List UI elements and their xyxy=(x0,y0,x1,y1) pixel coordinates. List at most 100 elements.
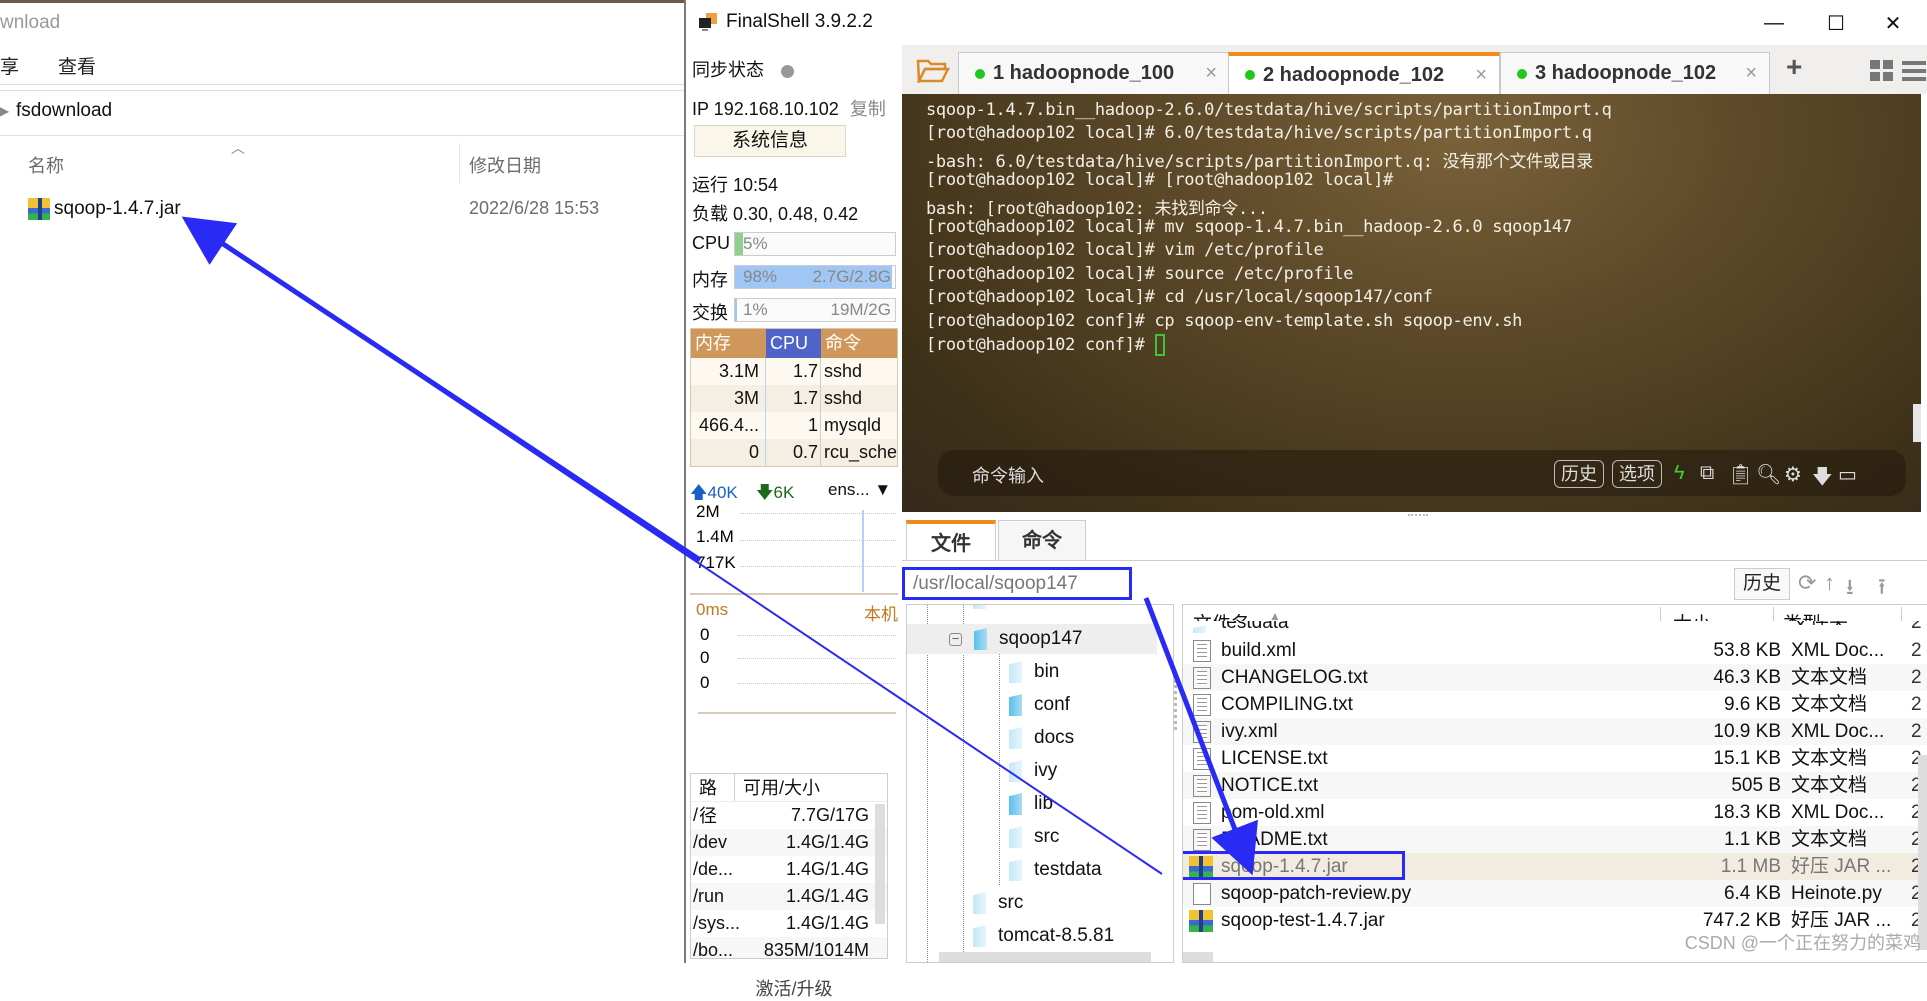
disk-row[interactable]: /sys... 1.4G/1.4G xyxy=(691,910,887,937)
net-interface-select[interactable]: ens... ▼ xyxy=(828,480,891,500)
options-button[interactable]: 选项 xyxy=(1612,460,1662,488)
menu-view[interactable]: 查看 xyxy=(58,52,96,79)
terminal-scrollbar[interactable] xyxy=(1913,404,1921,442)
net-download-value: 6K xyxy=(773,483,795,502)
disk-row[interactable]: /bo... 835M/1014M xyxy=(691,937,887,958)
splitter-handle[interactable] xyxy=(1408,514,1428,516)
disk-col-size[interactable]: 可用/大小 xyxy=(735,774,887,801)
process-row[interactable]: 0 0.7 rcu_sche xyxy=(691,439,897,466)
upload-icon[interactable]: ⭱ xyxy=(1878,570,1886,608)
tree-node[interactable]: docs xyxy=(1009,723,1074,753)
column-header-name[interactable]: 名称 xyxy=(28,152,64,178)
net-tick: 717K xyxy=(696,553,736,572)
minimize-button[interactable]: — xyxy=(1754,10,1794,36)
file-row[interactable]: sqoop-patch-review.py 6.4 KB Heinote.py 2 xyxy=(1183,880,1927,907)
tree-node[interactable]: share xyxy=(973,605,1046,613)
close-tab-icon[interactable]: × xyxy=(1745,62,1757,85)
panel-splitter[interactable] xyxy=(902,512,1927,520)
path-input[interactable]: /usr/local/sqoop147 xyxy=(902,567,1132,600)
download-icon[interactable]: ⭳ xyxy=(1846,570,1854,608)
terminal[interactable]: sqoop-1.4.7.bin__hadoop-2.6.0/testdata/h… xyxy=(902,94,1921,512)
tab-files[interactable]: 文件 xyxy=(906,520,996,560)
search-icon[interactable]: 🔍︎ xyxy=(1756,462,1781,487)
tree-node[interactable]: ivy xyxy=(1009,756,1057,786)
add-tab-button[interactable]: + xyxy=(1786,51,1802,83)
disk-scrollbar[interactable] xyxy=(875,804,885,924)
history-button[interactable]: 历史 xyxy=(1554,460,1604,488)
process-row[interactable]: 3.1M 1.7 sshd xyxy=(691,358,897,385)
proc-col-memory[interactable]: 内存 xyxy=(691,329,766,358)
document-icon xyxy=(1193,775,1211,797)
file-row[interactable]: README.txt 1.1 KB 文本文档 2 xyxy=(1183,826,1927,853)
file-item[interactable]: sqoop-1.4.7.jar xyxy=(28,196,181,222)
system-info-button[interactable]: 系统信息 xyxy=(694,125,846,157)
divider xyxy=(902,560,1927,561)
tree-node[interactable]: bin xyxy=(1009,657,1059,687)
tab-session-1[interactable]: 1 hadoopnode_100 × xyxy=(958,52,1230,94)
process-row[interactable]: 466.4... 1 mysqld xyxy=(691,412,897,439)
file-row[interactable]: sqoop-1.4.7.jar 1.1 MB 好压 JAR ... 2 xyxy=(1183,851,1927,880)
latency-tick: 0 xyxy=(700,625,710,644)
file-row[interactable]: NOTICE.txt 505 B 文本文档 2 xyxy=(1183,772,1927,799)
tree-node[interactable]: src xyxy=(1009,822,1059,852)
disk-row[interactable]: / 7.7G/17G xyxy=(691,802,887,829)
maximize-button[interactable]: ☐ xyxy=(1816,10,1856,36)
tree-node[interactable]: src xyxy=(973,888,1023,918)
file-row[interactable]: build.xml 53.8 KB XML Doc... 2 xyxy=(1183,637,1927,664)
tree-splitter[interactable] xyxy=(1174,680,1178,730)
tree-hscrollbar[interactable] xyxy=(939,952,1151,962)
disk-row[interactable]: /run 1.4G/1.4G xyxy=(691,883,887,910)
file-row[interactable]: ivy.xml 10.9 KB XML Doc... 2 xyxy=(1183,718,1927,745)
divider xyxy=(0,84,684,85)
lightning-icon[interactable]: ϟ xyxy=(1674,462,1685,485)
tab-commands[interactable]: 命令 xyxy=(998,520,1086,560)
activate-upgrade-link[interactable]: 激活/升级 xyxy=(686,975,902,1001)
close-tab-icon[interactable]: × xyxy=(1475,64,1487,87)
proc-col-command[interactable]: 命令 xyxy=(821,329,897,358)
file-list-scrollbar[interactable] xyxy=(1918,755,1927,950)
tree-node[interactable]: testdata xyxy=(1009,855,1102,885)
file-row[interactable]: CHANGELOG.txt 46.3 KB 文本文档 2 xyxy=(1183,664,1927,691)
close-tab-icon[interactable]: × xyxy=(1205,62,1217,85)
tree-node[interactable]: conf xyxy=(1009,690,1070,720)
path-history-button[interactable]: 历史 xyxy=(1734,568,1790,600)
tree-node[interactable]: − sqoop147 xyxy=(907,624,1157,654)
tab-session-3[interactable]: 3 hadoopnode_102 × xyxy=(1500,52,1770,94)
collapse-toggle-icon[interactable]: − xyxy=(949,632,962,646)
file-row[interactable]: LICENSE.txt 15.1 KB 文本文档 2 xyxy=(1183,745,1927,772)
file-row[interactable]: testdata 文件夹 2 xyxy=(1183,621,1927,633)
tree-node[interactable]: tomcat-8.5.81 xyxy=(973,921,1114,951)
menu-icon[interactable] xyxy=(1902,60,1926,82)
paste-icon[interactable]: 📋︎ xyxy=(1728,462,1753,487)
column-divider[interactable] xyxy=(459,143,460,183)
folder-icon xyxy=(973,892,986,914)
disk-row[interactable]: /dev 1.4G/1.4G xyxy=(691,829,887,856)
scroll-down-icon[interactable]: 🡇 xyxy=(1812,462,1833,496)
copy-ip-link[interactable]: 复制 xyxy=(850,99,886,119)
disk-row[interactable]: /de... 1.4G/1.4G xyxy=(691,856,887,883)
copy-icon[interactable]: ⧉ xyxy=(1700,462,1714,485)
parent-dir-icon[interactable]: ↑ xyxy=(1824,570,1835,596)
tree-node[interactable]: lib xyxy=(1009,789,1053,819)
file-row[interactable]: pom-old.xml 18.3 KB XML Doc... 2 xyxy=(1183,799,1927,826)
tab-label: 3 hadoopnode_102 xyxy=(1535,62,1717,84)
gear-icon[interactable]: ⚙ xyxy=(1784,462,1802,487)
process-row[interactable]: 3M 1.7 sshd xyxy=(691,385,897,412)
tab-session-2[interactable]: 2 hadoopnode_102 × xyxy=(1228,52,1500,94)
open-folder-icon[interactable] xyxy=(916,57,950,83)
layout-grid-icon[interactable] xyxy=(1870,60,1894,82)
command-input[interactable]: 命令输入 xyxy=(972,462,1044,488)
file-list-hscrollbar[interactable] xyxy=(1183,952,1213,962)
file-row[interactable]: COMPILING.txt 9.6 KB 文本文档 2 xyxy=(1183,691,1927,718)
refresh-icon[interactable]: ⟳ xyxy=(1798,570,1816,596)
command-input-bar[interactable]: 命令输入 历史 选项 ϟ ⧉ 📋︎ 🔍︎ ⚙ 🡇 ▭ xyxy=(938,450,1906,496)
menu-share[interactable]: 享 xyxy=(0,52,19,79)
column-header-modified[interactable]: 修改日期 xyxy=(469,152,541,178)
window-icon[interactable]: ▭ xyxy=(1838,462,1857,487)
proc-col-cpu[interactable]: CPU xyxy=(766,329,821,358)
disk-col-path[interactable]: 路径 xyxy=(691,774,735,826)
proc-cpu: 0.7 xyxy=(766,439,821,466)
breadcrumb-chevron-icon[interactable]: ▶ xyxy=(0,104,9,118)
breadcrumb[interactable]: fsdownload xyxy=(16,100,112,122)
close-button[interactable]: ✕ xyxy=(1873,10,1913,36)
